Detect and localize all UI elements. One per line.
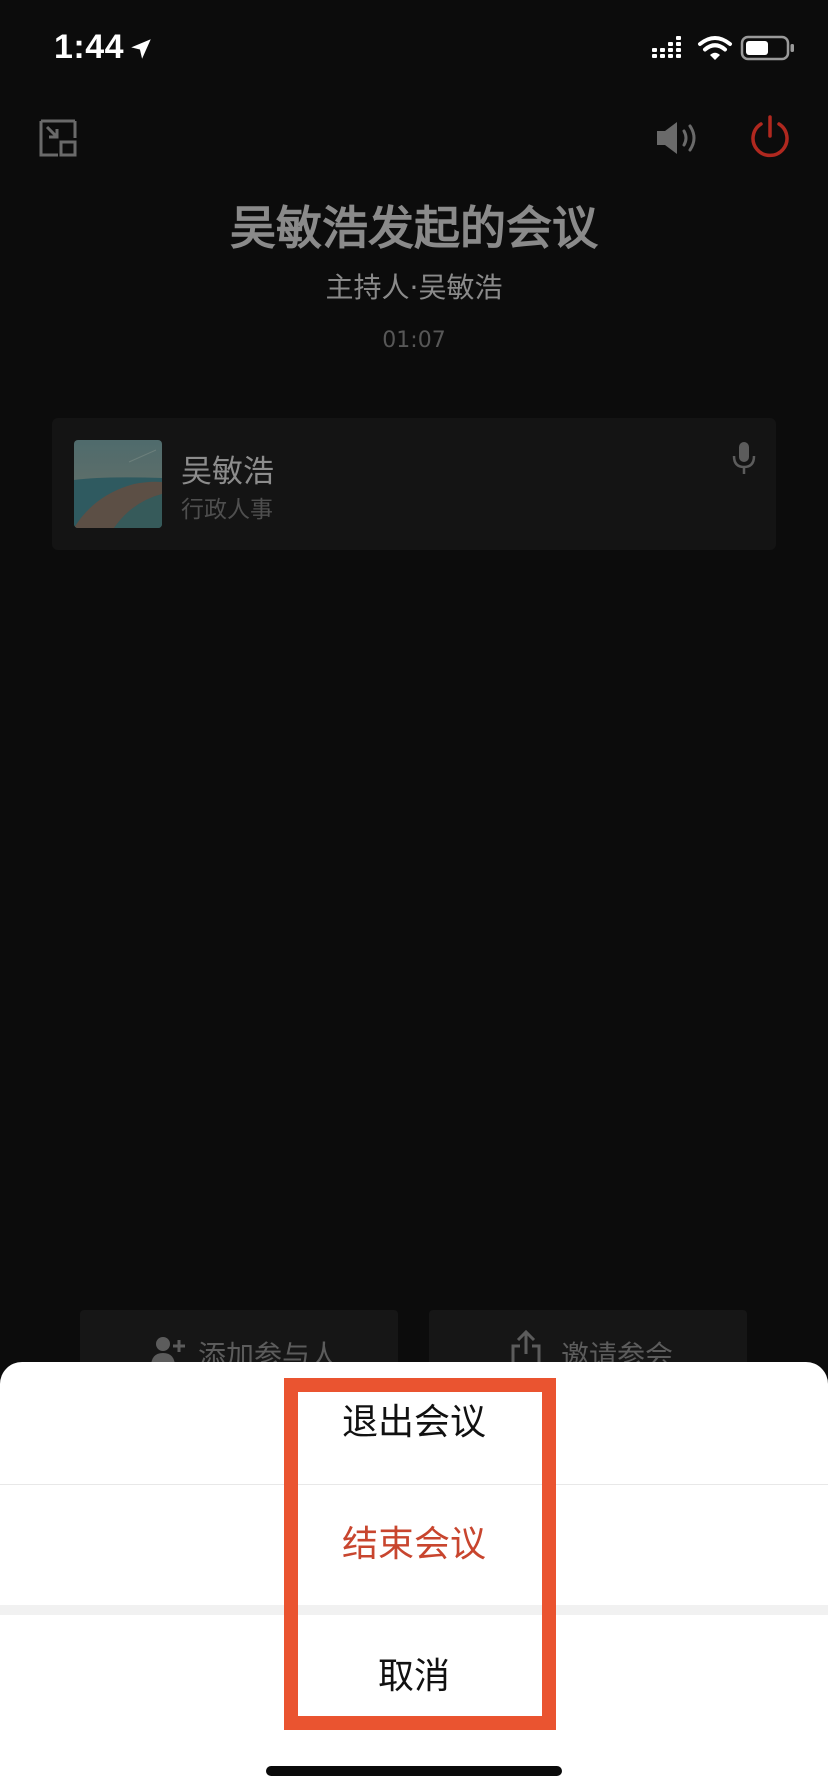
wifi-icon [698,36,732,60]
host-line: 主持人·吴敏浩 [325,271,503,304]
home-indicator[interactable] [266,1766,562,1776]
speaker-icon[interactable] [655,118,707,158]
meeting-title: 吴敏浩发起的会议 [230,201,598,255]
participant-card[interactable]: 吴敏浩 行政人事 [52,418,776,550]
participant-department: 行政人事 [181,497,273,523]
participant-name: 吴敏浩 [181,454,274,490]
microphone-icon[interactable] [730,440,758,476]
status-time: 1:44 [54,28,125,66]
power-icon[interactable] [748,114,792,160]
cellular-signal-icon [652,36,681,58]
highlight-annotation-box [284,1378,556,1730]
battery-icon [740,35,794,61]
meeting-timer: 01:07 [382,328,446,353]
minimize-window-icon[interactable] [38,118,78,158]
location-arrow-icon [131,39,151,59]
avatar [74,440,162,528]
